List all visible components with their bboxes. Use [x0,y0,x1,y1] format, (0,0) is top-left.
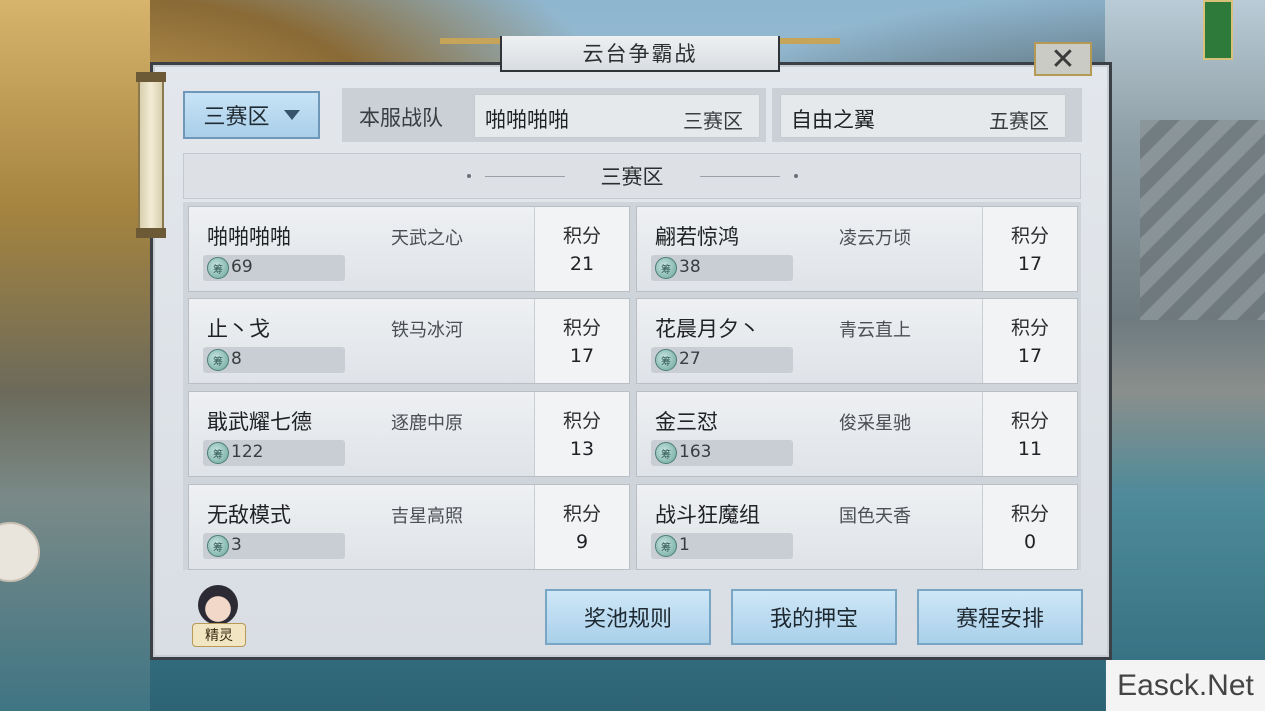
team-name: 金三怼 [655,410,718,434]
bet-count: 3 [231,535,242,555]
team-server: 青云直上 [839,320,911,341]
score-label: 积分 [1010,503,1049,525]
server-team-name: 啪啪啪啪 [485,108,569,132]
score-value: 21 [569,253,595,275]
window-title: 云台争霸战 [500,36,780,72]
my-bets-button[interactable]: 我的押宝 [731,589,897,645]
team-name: 啪啪啪啪 [207,225,291,249]
close-icon: ✕ [1050,41,1076,77]
team-name: 戢武耀七德 [207,410,312,434]
bet-count: 163 [679,442,712,462]
section-header: 三赛区 [183,153,1081,199]
score-box: 积分 17 [982,207,1077,291]
region-dropdown[interactable]: 三赛区 [183,91,320,139]
team-name: 花晨月夕丶 [655,317,760,341]
bet-count: 38 [679,257,701,277]
team-server: 国色天香 [839,506,911,527]
team-server: 逐鹿中原 [391,413,463,434]
score-value: 0 [1023,531,1037,553]
background-stone-carving [1140,120,1265,320]
divider-line [484,175,565,177]
server-team-label: 本服战队 [359,106,443,130]
score-value: 17 [569,345,595,367]
score-label: 积分 [562,317,601,339]
close-button[interactable]: ✕ [1034,41,1092,77]
background-right-scenery [1105,0,1265,711]
divider-dot [793,174,798,178]
score-box: 积分 0 [982,485,1077,569]
sprite-label: 精灵 [192,623,246,647]
score-box: 积分 21 [534,207,629,291]
divider-line [699,175,780,177]
bet-count: 27 [679,349,701,369]
team-server: 俊采星驰 [839,413,911,434]
team-card[interactable]: 花晨月夕丶 青云直上 筹 27 积分 17 [636,298,1078,384]
team-card[interactable]: 无敌模式 吉星高照 筹 3 积分 9 [188,484,630,570]
score-box: 积分 11 [982,392,1077,476]
background-left-scenery [0,0,150,711]
section-title: 三赛区 [600,165,664,189]
score-box: 积分 17 [982,299,1077,383]
opponent-team-name: 自由之翼 [791,108,875,132]
score-value: 9 [575,531,589,553]
team-card[interactable]: 金三怼 俊采星驰 筹 163 积分 11 [636,391,1078,477]
schedule-button[interactable]: 赛程安排 [917,589,1083,645]
chevron-down-icon [283,110,300,120]
divider-dot [466,174,471,178]
score-box: 积分 13 [534,392,629,476]
team-card[interactable]: 翩若惊鸿 凌云万顷 筹 38 积分 17 [636,206,1078,292]
opponent-team-cell: 自由之翼 五赛区 [780,94,1066,138]
score-value: 11 [1017,438,1043,460]
score-value: 17 [1017,253,1043,275]
bet-coin-icon: 筹 [655,535,677,557]
scroll-ornament [136,72,166,238]
bet-coin-icon: 筹 [655,349,677,371]
team-name: 无敌模式 [207,503,291,527]
server-team-cell: 啪啪啪啪 三赛区 [474,94,760,138]
score-label: 积分 [1010,225,1049,247]
prize-rules-button[interactable]: 奖池规则 [545,589,711,645]
bet-coin-icon: 筹 [655,442,677,464]
score-label: 积分 [1010,317,1049,339]
bet-coin-icon: 筹 [655,257,677,279]
score-label: 积分 [562,410,601,432]
score-label: 积分 [562,503,601,525]
bet-count: 1 [679,535,690,555]
bet-count: 69 [231,257,253,277]
opponent-team-zone: 五赛区 [989,109,1049,133]
score-box: 积分 17 [534,299,629,383]
team-name: 战斗狂魔组 [655,503,760,527]
score-box: 积分 9 [534,485,629,569]
team-card[interactable]: 止丶戈 铁马冰河 筹 8 积分 17 [188,298,630,384]
bet-count: 8 [231,349,242,369]
bet-coin-icon: 筹 [207,535,229,557]
bet-coin-icon: 筹 [207,257,229,279]
team-server: 吉星高照 [391,506,463,527]
team-server: 天武之心 [391,228,463,249]
team-name: 止丶戈 [207,317,270,341]
team-card[interactable]: 戢武耀七德 逐鹿中原 筹 122 积分 13 [188,391,630,477]
bet-count: 122 [231,442,264,462]
team-server: 铁马冰河 [391,320,463,341]
bet-coin-icon: 筹 [207,442,229,464]
score-label: 积分 [1010,410,1049,432]
team-card[interactable]: 战斗狂魔组 国色天香 筹 1 积分 0 [636,484,1078,570]
score-value: 13 [569,438,595,460]
team-name: 翩若惊鸿 [655,225,739,249]
watermark: Easck.Net [1106,660,1265,711]
team-card[interactable]: 啪啪啪啪 天武之心 筹 69 积分 21 [188,206,630,292]
score-value: 17 [1017,345,1043,367]
sprite-avatar [198,585,238,625]
region-dropdown-value: 三赛区 [203,105,270,130]
score-label: 积分 [562,225,601,247]
sprite-helper[interactable]: 精灵 [190,585,246,647]
team-server: 凌云万顷 [839,228,911,249]
bet-coin-icon: 筹 [207,349,229,371]
background-flag [1203,0,1233,60]
server-team-zone: 三赛区 [683,109,743,133]
